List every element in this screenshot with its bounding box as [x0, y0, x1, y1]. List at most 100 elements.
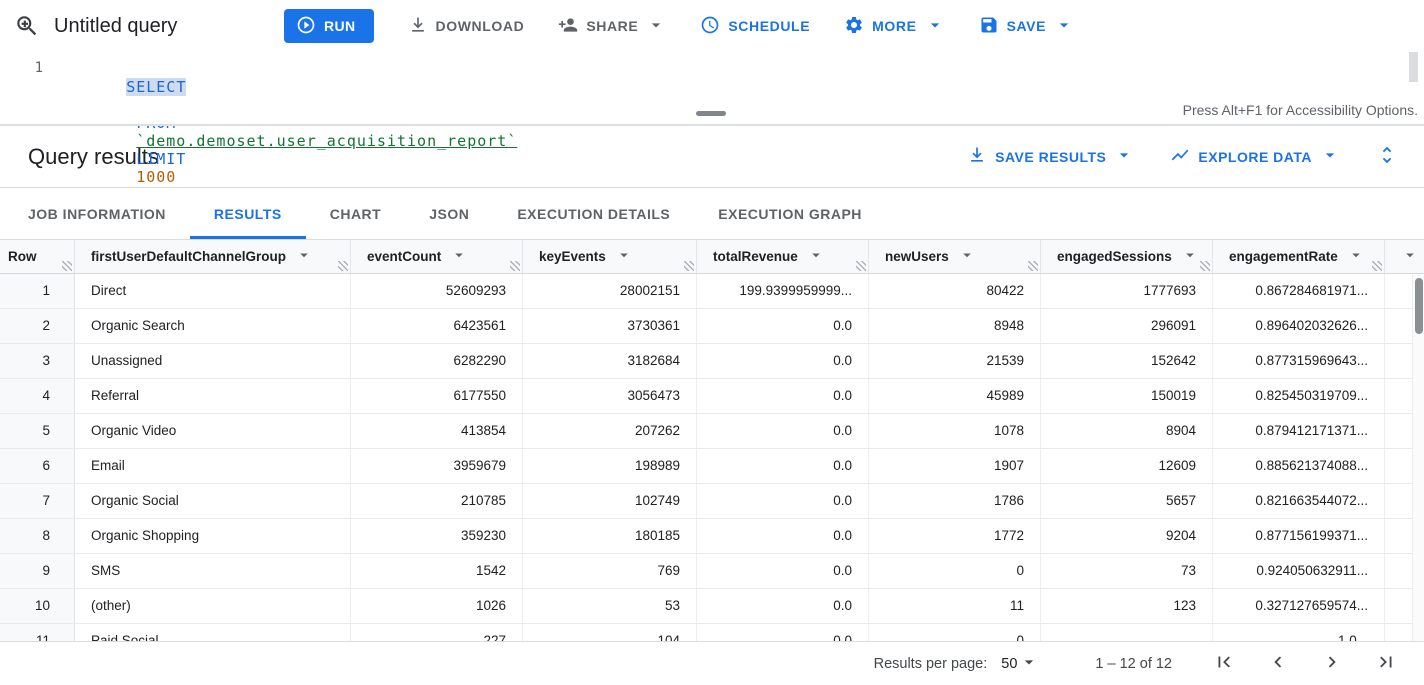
next-page-button[interactable]	[1320, 652, 1344, 676]
cell-engaged-sessions: 123	[1041, 589, 1213, 623]
column-header-engagement-rate[interactable]: engagementRate	[1213, 240, 1385, 273]
cell-event-count: 413854	[351, 414, 523, 448]
table-scrollbar-thumb[interactable]	[1415, 278, 1423, 334]
row-number-cell: 8	[0, 519, 75, 553]
save-label: SAVE	[1007, 18, 1047, 34]
table-row: 2Organic Search642356137303610.089482960…	[0, 309, 1424, 344]
bigquery-query-window: Untitled query RUN DOWNLOAD SHARE SCHEDU…	[0, 0, 1424, 685]
download-button[interactable]: DOWNLOAD	[408, 8, 525, 44]
sort-menu-icon[interactable]	[615, 246, 633, 267]
chevron-left-icon	[1267, 651, 1289, 676]
column-header-overflow[interactable]	[1385, 240, 1424, 273]
sql-editor[interactable]: 1 SELECT * FROM `demo.demoset.user_acqui…	[0, 52, 1424, 98]
explore-data-button[interactable]: EXPLORE DATA	[1170, 145, 1340, 168]
cell-channel-group: Referral	[75, 379, 351, 413]
sort-menu-icon[interactable]	[1347, 246, 1365, 267]
person-add-icon	[558, 15, 578, 38]
cell-channel-group: Organic Shopping	[75, 519, 351, 553]
sort-menu-icon[interactable]	[1401, 246, 1419, 267]
column-resize-handle[interactable]	[1028, 261, 1038, 271]
page-size-select[interactable]: 50	[1001, 652, 1039, 676]
column-resize-handle[interactable]	[1200, 261, 1210, 271]
chevron-down-icon	[925, 15, 945, 38]
column-header-new-users[interactable]: newUsers	[869, 240, 1041, 273]
page-size-value: 50	[1001, 656, 1017, 672]
more-button[interactable]: MORE	[844, 8, 944, 44]
cell-key-events: 3056473	[523, 379, 697, 413]
column-header-key-events[interactable]: keyEvents	[523, 240, 697, 273]
share-button[interactable]: SHARE	[558, 8, 666, 44]
results-tab-bar: JOB INFORMATION RESULTS CHART JSON EXECU…	[0, 188, 1424, 240]
column-resize-handle[interactable]	[1372, 261, 1382, 271]
cell-channel-group: Organic Social	[75, 484, 351, 518]
cell-event-count: 359230	[351, 519, 523, 553]
column-resize-handle[interactable]	[684, 261, 694, 271]
tab-chart[interactable]: CHART	[306, 188, 406, 239]
cell-channel-group: Organic Search	[75, 309, 351, 343]
cell-total-revenue: 0.0	[697, 484, 869, 518]
tab-execution-graph[interactable]: EXECUTION GRAPH	[694, 188, 886, 239]
column-resize-handle[interactable]	[856, 261, 866, 271]
sql-table-link[interactable]: `demo.demoset.user_acquisition_report`	[136, 132, 517, 150]
sql-code-line[interactable]: SELECT * FROM `demo.demoset.user_acquisi…	[66, 52, 517, 98]
column-header-total-revenue[interactable]: totalRevenue	[697, 240, 869, 273]
column-header-channel-group[interactable]: firstUserDefaultChannelGroup	[75, 240, 351, 273]
sort-menu-icon[interactable]	[1181, 246, 1199, 267]
splitter-drag-handle[interactable]	[696, 111, 726, 116]
gear-icon	[844, 15, 864, 38]
save-button[interactable]: SAVE	[979, 8, 1075, 44]
cell-new-users: 1078	[869, 414, 1041, 448]
cell-engagement-rate: 0.327127659574...	[1213, 589, 1385, 623]
cell-channel-group: Paid Social	[75, 624, 351, 641]
cell-key-events: 769	[523, 554, 697, 588]
download-label: DOWNLOAD	[436, 18, 525, 34]
tab-json[interactable]: JSON	[405, 188, 493, 239]
cell-channel-group: Direct	[75, 274, 351, 308]
chevron-down-icon	[1019, 652, 1039, 676]
column-resize-handle[interactable]	[338, 261, 348, 271]
first-page-button[interactable]	[1212, 652, 1236, 676]
cell-event-count: 52609293	[351, 274, 523, 308]
row-number-cell: 9	[0, 554, 75, 588]
cell-total-revenue: 0.0	[697, 519, 869, 553]
save-results-label: SAVE RESULTS	[995, 149, 1106, 165]
chevron-down-icon	[1320, 145, 1340, 168]
column-resize-handle[interactable]	[62, 261, 72, 271]
cell-engagement-rate: 0.924050632911...	[1213, 554, 1385, 588]
tab-results[interactable]: RESULTS	[190, 188, 306, 239]
cell-new-users: 11	[869, 589, 1041, 623]
column-header-row-number[interactable]: Row	[0, 240, 75, 273]
editor-scrollbar-thumb[interactable]	[1409, 52, 1418, 82]
sort-menu-icon[interactable]	[295, 246, 313, 267]
table-scrollbar-track[interactable]	[1412, 275, 1424, 641]
row-number-cell: 4	[0, 379, 75, 413]
schedule-label: SCHEDULE	[728, 18, 810, 34]
query-title[interactable]: Untitled query	[54, 15, 260, 38]
tab-execution-details[interactable]: EXECUTION DETAILS	[493, 188, 694, 239]
sort-menu-icon[interactable]	[807, 246, 825, 267]
cell-new-users: 8948	[869, 309, 1041, 343]
last-page-icon	[1375, 651, 1397, 676]
explore-data-label: EXPLORE DATA	[1198, 149, 1312, 165]
schedule-button[interactable]: SCHEDULE	[700, 8, 810, 44]
results-table: Row firstUserDefaultChannelGroup eventCo…	[0, 240, 1424, 641]
previous-page-button[interactable]	[1266, 652, 1290, 676]
cell-key-events: 198989	[523, 449, 697, 483]
column-label: Row	[8, 249, 37, 264]
column-label: engagementRate	[1229, 249, 1338, 264]
cell-total-revenue: 0.0	[697, 554, 869, 588]
column-resize-handle[interactable]	[510, 261, 520, 271]
expand-results-button[interactable]	[1376, 144, 1398, 169]
last-page-button[interactable]	[1374, 652, 1398, 676]
cell-new-users: 80422	[869, 274, 1041, 308]
first-page-icon	[1213, 651, 1235, 676]
cell-total-revenue: 199.9399959999...	[697, 274, 869, 308]
cell-new-users: 1907	[869, 449, 1041, 483]
column-header-engaged-sessions[interactable]: engagedSessions	[1041, 240, 1213, 273]
run-button[interactable]: RUN	[284, 9, 374, 43]
save-results-button[interactable]: SAVE RESULTS	[967, 145, 1134, 168]
column-header-event-count[interactable]: eventCount	[351, 240, 523, 273]
sort-menu-icon[interactable]	[958, 246, 976, 267]
cell-engaged-sessions: 150019	[1041, 379, 1213, 413]
sort-menu-icon[interactable]	[450, 246, 468, 267]
